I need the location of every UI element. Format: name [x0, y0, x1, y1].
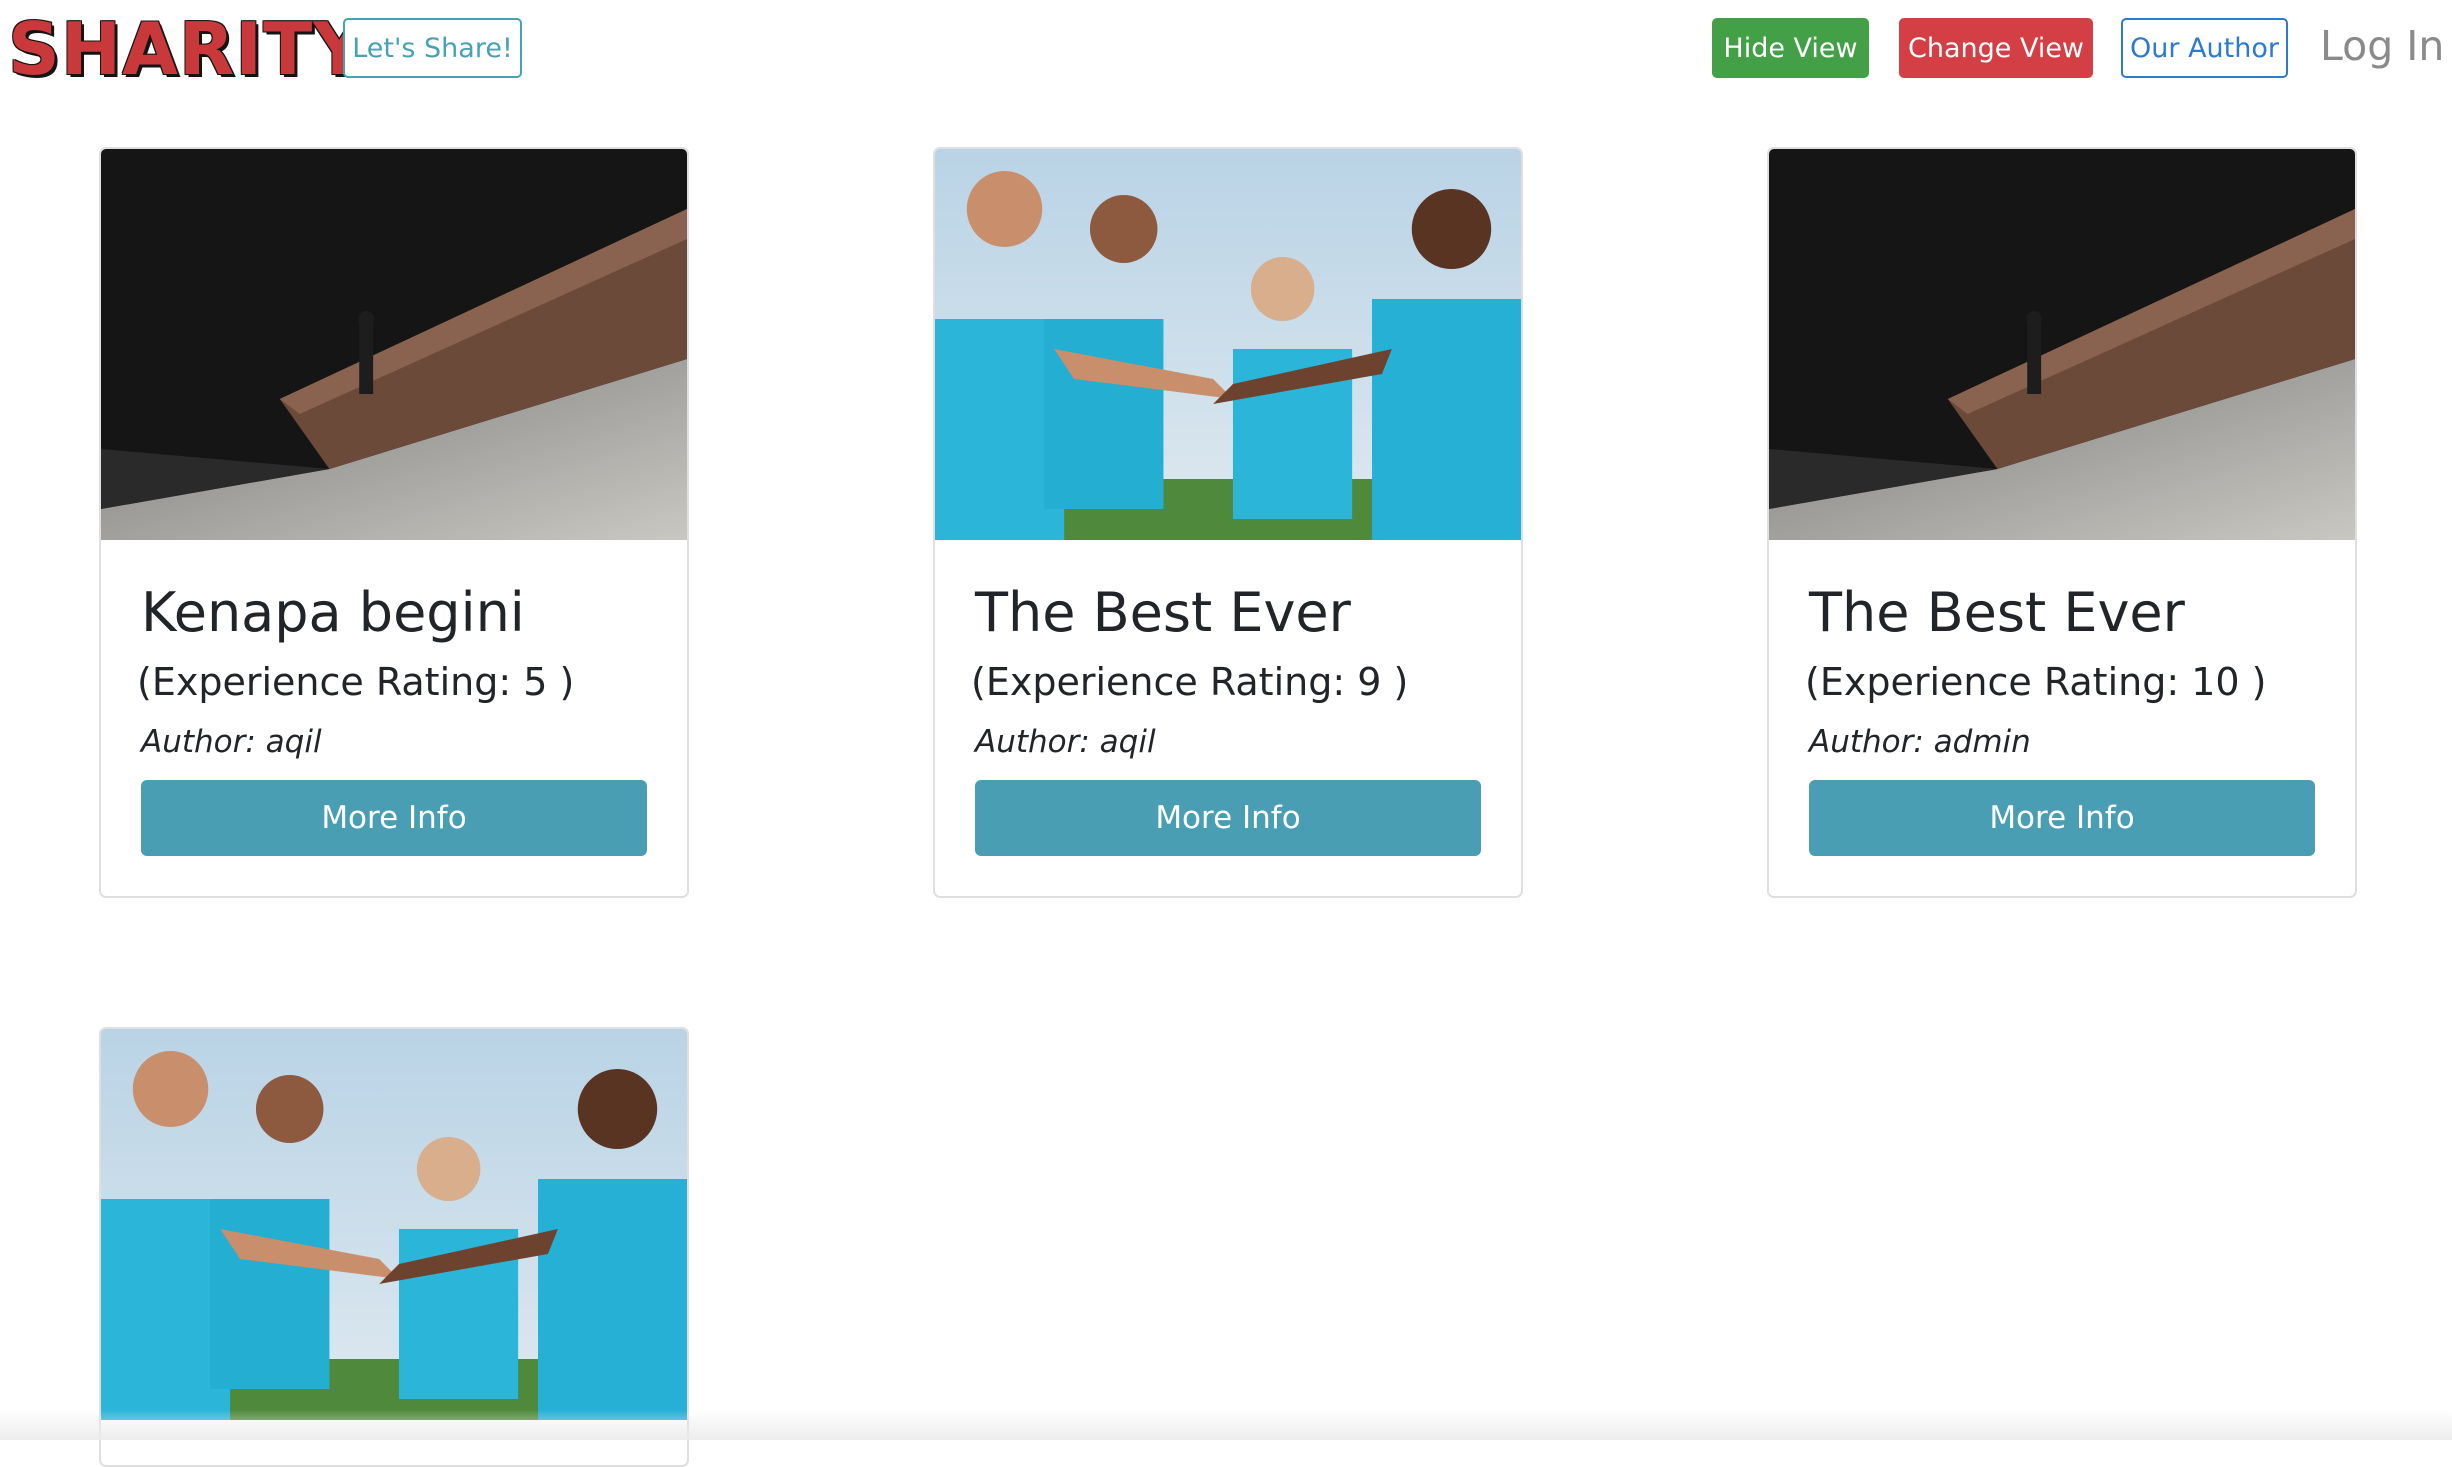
lets-share-button[interactable]: Let's Share!: [343, 18, 522, 78]
card-title: The Best Ever: [975, 581, 1351, 644]
card-rating: (Experience Rating: 5 ): [137, 660, 575, 704]
card-author: Author: admin: [1809, 724, 2031, 760]
volunteers-photo: [101, 1029, 687, 1420]
street-shadow-photo: [1769, 149, 2355, 540]
card-title: Kenapa begini: [141, 581, 525, 644]
experience-card: [99, 1027, 689, 1467]
experience-card: The Best Ever (Experience Rating: 10 ) A…: [1767, 147, 2357, 898]
experience-card: Kenapa begini (Experience Rating: 5 ) Au…: [99, 147, 689, 898]
our-author-button[interactable]: Our Author: [2121, 18, 2288, 78]
bottom-fade: [0, 1410, 2452, 1440]
card-rating: (Experience Rating: 10 ): [1805, 660, 2267, 704]
login-link[interactable]: Log In: [2320, 14, 2444, 78]
more-info-button[interactable]: More Info: [1809, 780, 2315, 856]
card-rating: (Experience Rating: 9 ): [971, 660, 1409, 704]
card-body: The Best Ever (Experience Rating: 10 ) A…: [1769, 540, 2355, 896]
navbar: SHARITY Let's Share! Hide View Change Vi…: [0, 0, 2452, 100]
card-title: The Best Ever: [1809, 581, 2185, 644]
sharity-logo[interactable]: SHARITY: [8, 10, 366, 88]
more-info-button[interactable]: More Info: [141, 780, 647, 856]
card-body: Kenapa begini (Experience Rating: 5 ) Au…: [101, 540, 687, 896]
street-shadow-photo: [101, 149, 687, 540]
change-view-button[interactable]: Change View: [1899, 18, 2093, 78]
card-author: Author: aqil: [141, 724, 322, 760]
card-author: Author: aqil: [975, 724, 1156, 760]
more-info-button[interactable]: More Info: [975, 780, 1481, 856]
hide-view-button[interactable]: Hide View: [1712, 18, 1869, 78]
card-body: The Best Ever (Experience Rating: 9 ) Au…: [935, 540, 1521, 896]
volunteers-photo: [935, 149, 1521, 540]
experience-card: The Best Ever (Experience Rating: 9 ) Au…: [933, 147, 1523, 898]
